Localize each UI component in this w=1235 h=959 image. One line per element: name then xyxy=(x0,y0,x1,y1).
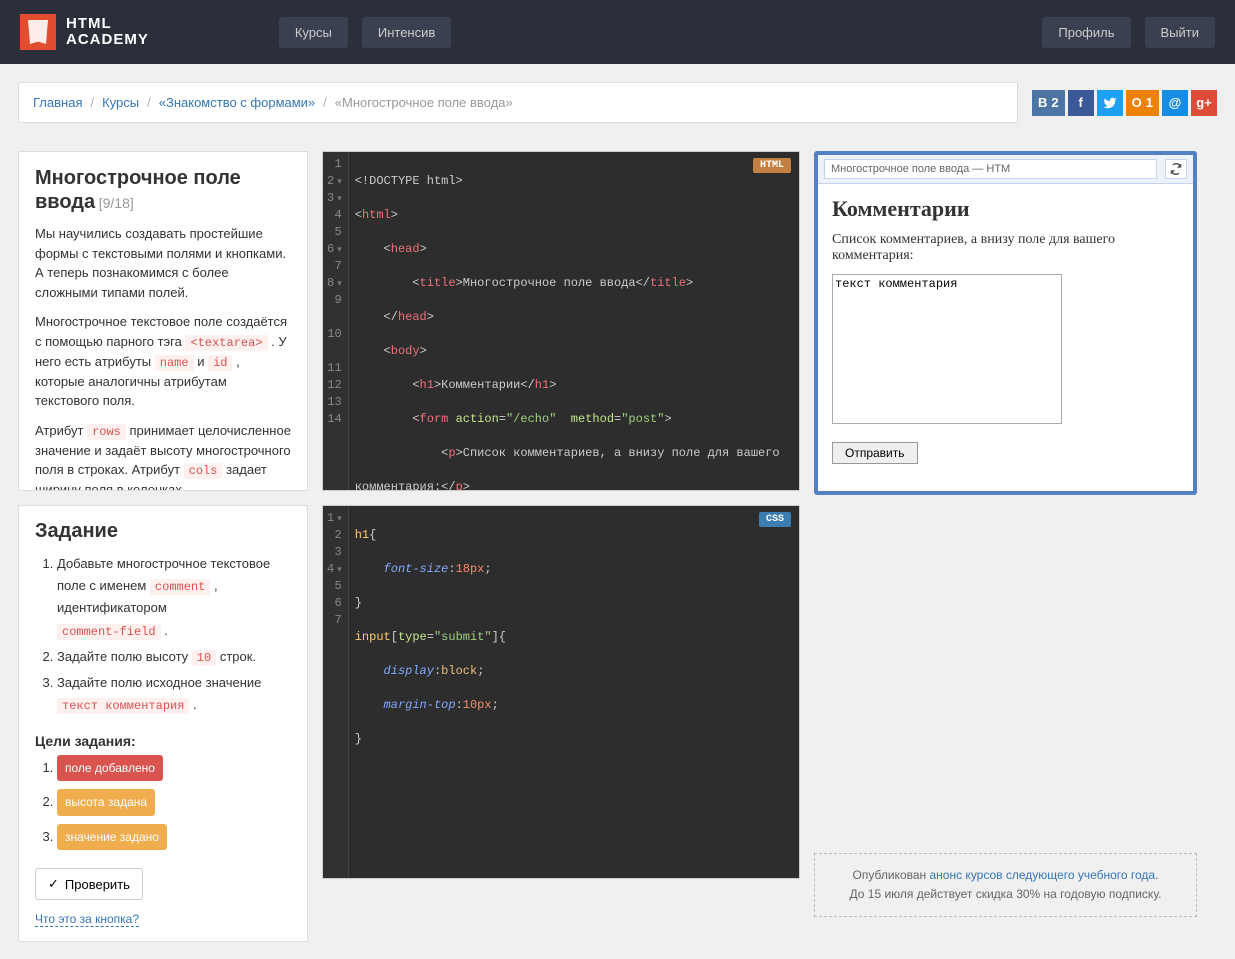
preview-submit[interactable]: Отправить xyxy=(832,442,918,464)
tag-name: name xyxy=(155,355,194,371)
css-badge: CSS xyxy=(759,512,791,527)
theory-title: Многострочное поле ввода xyxy=(35,167,241,213)
breadcrumb-panel: Главная / Курсы / «Знакомство с формами»… xyxy=(18,82,1018,123)
breadcrumb-chapter[interactable]: «Знакомство с формами» xyxy=(159,95,315,110)
task-item-2: Задайте полю высоту 10 строк. xyxy=(57,646,291,668)
social-ok[interactable]: O1 xyxy=(1126,90,1159,116)
task-item-1: Добавьте многострочное текстовое поле с … xyxy=(57,553,291,642)
help-link[interactable]: Что это за кнопка? xyxy=(35,912,139,927)
social-tw[interactable] xyxy=(1097,90,1123,116)
breadcrumb-courses[interactable]: Курсы xyxy=(102,95,139,110)
tag-cols: cols xyxy=(184,463,223,479)
task-list: Добавьте многострочное текстовое поле с … xyxy=(35,553,291,717)
goal-3: значение задано xyxy=(57,824,167,850)
html-editor[interactable]: HTML 12▾3▾456▾78▾91011121314 <!DOCTYPE h… xyxy=(322,151,800,491)
preview-url: Многострочное поле ввода — HTM xyxy=(824,159,1157,179)
promo-link[interactable]: анонс курсов следующего учебного года xyxy=(930,868,1156,882)
preview-p: Список комментариев, а внизу поле для ва… xyxy=(832,232,1179,264)
preview-textarea[interactable]: текст комментария xyxy=(832,274,1062,424)
theory-panel[interactable]: Многострочное поле ввода [9/18] Мы научи… xyxy=(18,151,308,491)
tag-id: id xyxy=(208,355,232,371)
breadcrumb-home[interactable]: Главная xyxy=(33,95,82,110)
theory-p3: Атрибут rows принимает целочисленное зна… xyxy=(35,421,291,492)
tag-textarea: <textarea> xyxy=(185,335,267,351)
topbar: HTML ACADEMY Курсы Интенсив Профиль Выйт… xyxy=(0,0,1235,64)
nav-intensive[interactable]: Интенсив xyxy=(362,17,451,48)
theory-p2: Многострочное текстовое поле создаётся с… xyxy=(35,312,291,411)
task-panel: Задание Добавьте многострочное текстовое… xyxy=(18,505,308,942)
check-button[interactable]: ✓ Проверить xyxy=(35,868,143,900)
nav-logout[interactable]: Выйти xyxy=(1145,17,1216,48)
logo-text: HTML ACADEMY xyxy=(66,16,149,49)
goals-title: Цели задания: xyxy=(35,733,291,749)
preview-bar: Многострочное поле ввода — HTM xyxy=(818,155,1193,184)
task-title: Задание xyxy=(35,520,291,543)
breadcrumb: Главная / Курсы / «Знакомство с формами»… xyxy=(33,95,1003,110)
css-editor[interactable]: CSS 1▾234▾567 h1{ font-size:18px; } inpu… xyxy=(322,505,800,879)
reload-icon xyxy=(1170,163,1182,175)
logo-icon xyxy=(20,14,56,50)
goals-list: поле добавлено высота задана значение за… xyxy=(35,755,291,854)
html-code[interactable]: <!DOCTYPE html> <html> <head> <title>Мно… xyxy=(349,152,799,490)
preview-body: Комментарии Список комментариев, а внизу… xyxy=(818,184,1193,476)
social-gplus[interactable]: g+ xyxy=(1191,90,1217,116)
promo-box: Опубликован анонс курсов следующего учеб… xyxy=(814,853,1197,917)
tag-rows: rows xyxy=(87,424,126,440)
nav-courses[interactable]: Курсы xyxy=(279,17,348,48)
goal-2: высота задана xyxy=(57,789,155,815)
html-badge: HTML xyxy=(753,158,791,173)
html-gutter: 12▾3▾456▾78▾91011121314 xyxy=(323,152,349,490)
theory-p1: Мы научились создавать простейшие формы … xyxy=(35,224,291,302)
goal-1: поле добавлено xyxy=(57,755,163,781)
reload-button[interactable] xyxy=(1165,159,1187,179)
breadcrumb-current: «Многострочное поле ввода» xyxy=(335,95,513,110)
theory-progress: [9/18] xyxy=(99,195,134,211)
css-gutter: 1▾234▾567 xyxy=(323,506,349,878)
preview-h1: Комментарии xyxy=(832,196,1179,222)
logo[interactable]: HTML ACADEMY xyxy=(20,14,149,50)
task-item-3: Задайте полю исходное значение текст ком… xyxy=(57,672,291,716)
social-vk[interactable]: B2 xyxy=(1032,90,1065,116)
check-icon: ✓ xyxy=(48,876,59,892)
social-bar: B2 f O1 @ g+ xyxy=(1032,90,1217,116)
css-code[interactable]: h1{ font-size:18px; } input[type="submit… xyxy=(349,506,799,878)
twitter-icon xyxy=(1103,96,1117,110)
preview-panel: Многострочное поле ввода — HTM Комментар… xyxy=(814,151,1197,495)
nav-profile[interactable]: Профиль xyxy=(1042,17,1130,48)
social-fb[interactable]: f xyxy=(1068,90,1094,116)
social-mail[interactable]: @ xyxy=(1162,90,1188,116)
